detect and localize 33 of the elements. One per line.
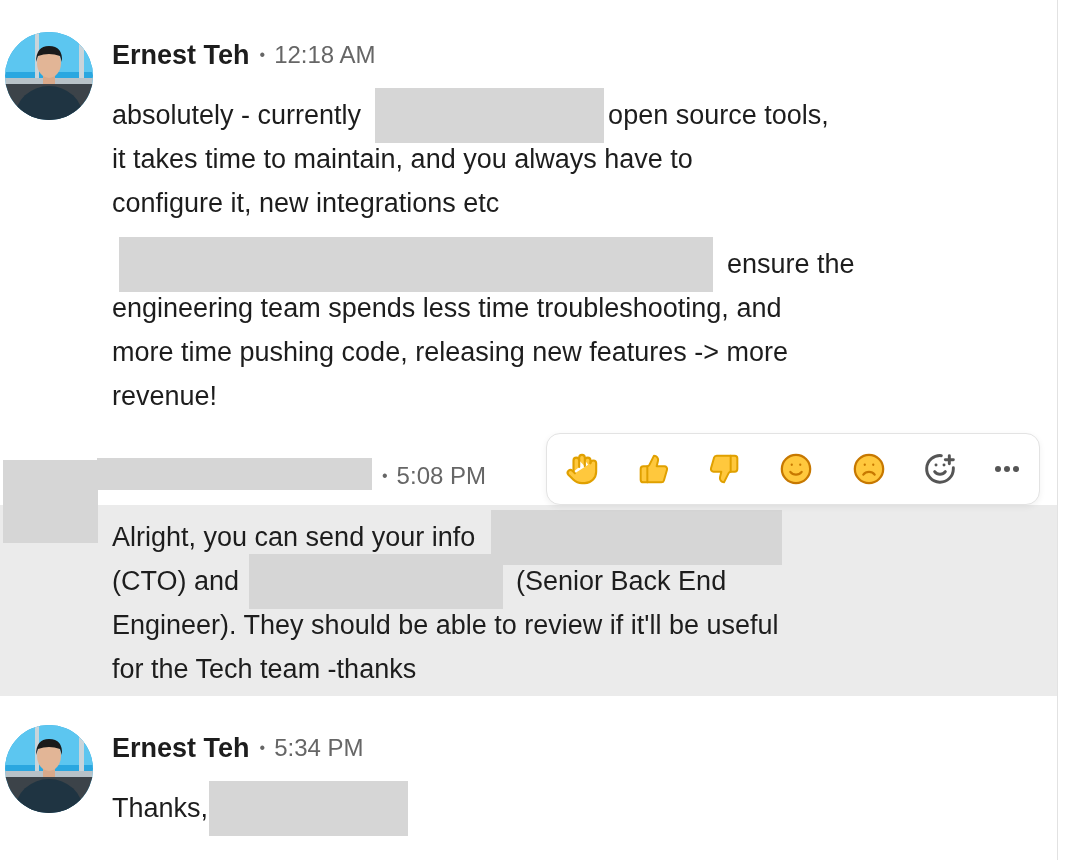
message-text: ensure the: [727, 248, 855, 281]
author-name[interactable]: Ernest Teh: [112, 732, 250, 764]
message-text: engineering team spends less time troubleshooting, and: [112, 292, 782, 325]
author-name[interactable]: Ernest Teh: [112, 39, 250, 71]
message-text: absolutely - currently: [112, 99, 362, 132]
message-text: open source tools,: [608, 99, 829, 132]
message-text: Thanks,: [112, 792, 209, 825]
message-text: Alright, you can send your info: [112, 521, 476, 554]
separator-dot: •: [259, 46, 266, 64]
message-time: 12:18 AM: [274, 41, 376, 69]
message-text: for the Tech team -thanks: [112, 653, 417, 686]
message-text: (Senior Back End: [516, 565, 727, 598]
message-text: more time pushing code, releasing new features -> more: [112, 336, 789, 369]
sad-face-icon: [851, 452, 886, 486]
smile-icon: [778, 452, 813, 486]
message-text: it takes time to maintain, and you always have to: [112, 143, 693, 176]
separator-dot: •: [259, 739, 266, 757]
message-text: Engineer). They should be able to review if it'll be useful: [112, 609, 779, 642]
message-time: 5:34 PM: [274, 734, 364, 762]
thumbs-down-icon: [708, 453, 741, 485]
message-text: revenue!: [112, 380, 218, 413]
reaction-button[interactable]: [924, 453, 957, 485]
thumbs-up-icon: [637, 453, 670, 485]
more-icon: [994, 466, 1019, 472]
message-text: configure it, new integrations etc: [112, 187, 500, 220]
reaction-button[interactable]: [851, 452, 886, 486]
message-time: 5:08 PM: [396, 462, 486, 490]
message-text: (CTO) and: [112, 565, 240, 598]
reaction-button[interactable]: [778, 452, 813, 486]
add-reaction-icon: [924, 453, 957, 485]
hand-icon: [565, 452, 599, 486]
separator-dot: •: [382, 467, 388, 485]
reaction-button[interactable]: [994, 466, 1019, 472]
